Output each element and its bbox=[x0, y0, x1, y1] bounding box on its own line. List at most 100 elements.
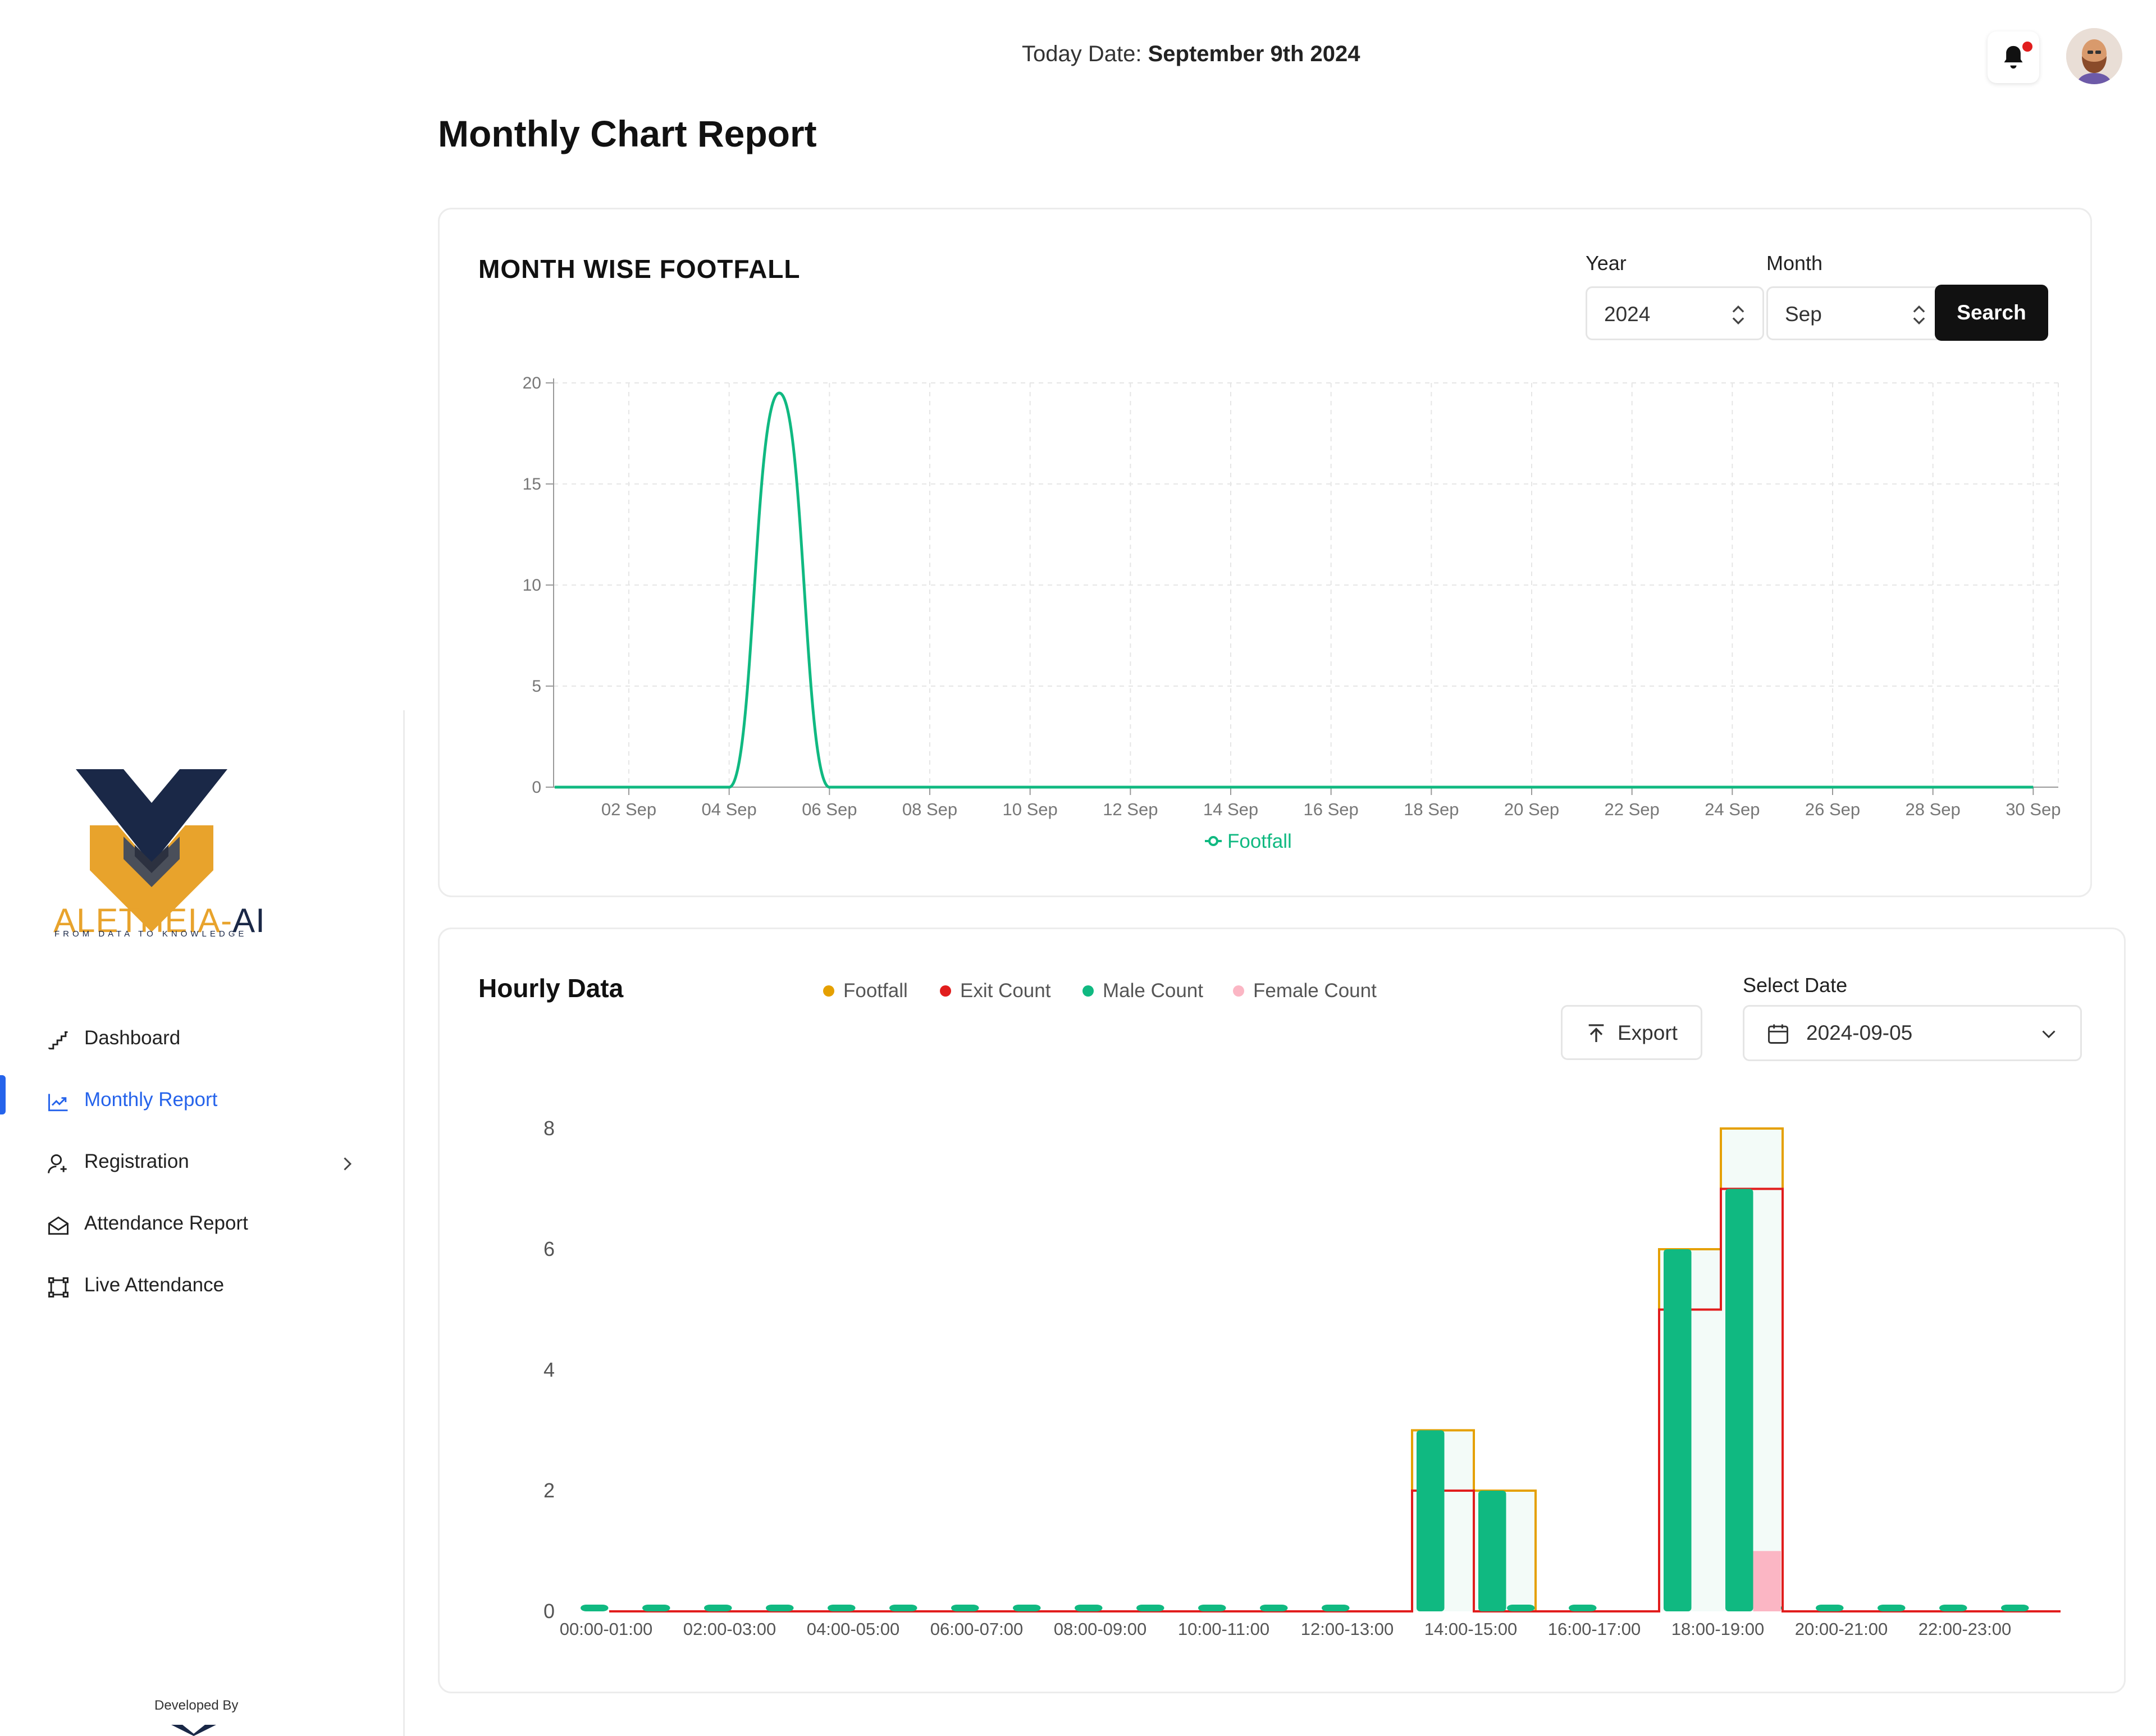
male-count-bar bbox=[1136, 1605, 1164, 1611]
select-date-label: Select Date bbox=[1743, 974, 1848, 997]
date-value: 2024-09-05 bbox=[1806, 1021, 1913, 1044]
year-value: 2024 bbox=[1604, 303, 1651, 326]
page-title: Monthly Chart Report bbox=[438, 113, 817, 154]
today-date: Today Date: September 9th 2024 bbox=[1022, 42, 1360, 66]
male-count-bar bbox=[2001, 1605, 2029, 1611]
male-count-bar bbox=[828, 1605, 856, 1611]
chevron-right-icon bbox=[344, 1157, 352, 1171]
x-tick-label: 00:00-01:00 bbox=[560, 1619, 652, 1639]
updown-chevron-icon bbox=[1732, 305, 1744, 325]
notification-button[interactable] bbox=[1988, 31, 2039, 83]
legend-label: Exit Count bbox=[960, 980, 1051, 1002]
legend-female-count[interactable]: Female Count bbox=[1233, 980, 1377, 1002]
exit-count-step-line bbox=[609, 1187, 2061, 1612]
legend-dot bbox=[823, 985, 834, 997]
male-count-bar bbox=[1013, 1605, 1041, 1611]
female-count-bar bbox=[1753, 1551, 1781, 1611]
x-tick-label: 10:00-11:00 bbox=[1178, 1619, 1269, 1639]
sidebar-item-live-attendance[interactable]: Live Attendance bbox=[0, 1260, 404, 1311]
monthly-footfall-chart: 0 5 10 15 20 02 Sep 04 Sep 06 Sep 08 Sep 10 Sep 12… bbox=[523, 374, 2061, 852]
y-tick-label: 20 bbox=[523, 374, 541, 392]
x-tick-label: 08:00-09:00 bbox=[1054, 1619, 1146, 1639]
x-tick-label: 06:00-07:00 bbox=[930, 1619, 1023, 1639]
x-tick-label: 02:00-03:00 bbox=[683, 1619, 776, 1639]
x-tick-label: 12:00-13:00 bbox=[1301, 1619, 1394, 1639]
male-count-bar bbox=[1664, 1249, 1692, 1611]
x-tick-label: 16:00-17:00 bbox=[1548, 1619, 1641, 1639]
y-tick-label: 0 bbox=[543, 1600, 555, 1623]
brand-tagline: FROM DATA TO KNOWLEDGE bbox=[54, 929, 248, 939]
x-tick-label: 06 Sep bbox=[802, 800, 857, 819]
hourly-data-chart: 0 2 4 6 8 00:00-01:00 02:00-03:00 04:00-05:00 06… bbox=[543, 1117, 2061, 1639]
legend-dot bbox=[1233, 985, 1244, 997]
hourly-chart-title: Hourly Data bbox=[478, 974, 624, 1003]
x-tick-label: 02 Sep bbox=[601, 800, 656, 819]
user-add-icon bbox=[48, 1154, 67, 1173]
updown-chevron-icon bbox=[1913, 305, 1925, 325]
monthly-chart-title: MONTH WISE FOOTFALL bbox=[478, 254, 801, 284]
date-picker[interactable]: 2024-09-05 bbox=[1743, 1005, 2082, 1061]
upload-icon bbox=[1588, 1024, 1604, 1042]
month-label: Month bbox=[1766, 252, 1823, 275]
sidebar-item-label: Monthly Report bbox=[84, 1089, 218, 1111]
sidebar: ALETHEIA-AI FROM DATA TO KNOWLEDGE Dashb… bbox=[0, 0, 404, 1736]
export-button[interactable]: Export bbox=[1561, 1005, 1702, 1060]
y-tick-label: 8 bbox=[543, 1117, 555, 1140]
y-tick-label: 15 bbox=[523, 475, 541, 494]
trend-chart-icon bbox=[48, 1094, 68, 1112]
legend-male-count[interactable]: Male Count bbox=[1082, 980, 1203, 1002]
x-tick-label: 18 Sep bbox=[1404, 800, 1459, 819]
y-tick-label: 5 bbox=[532, 677, 541, 696]
legend-marker bbox=[1208, 836, 1218, 846]
chevron-down-icon bbox=[2042, 1030, 2055, 1039]
x-tick-label: 08 Sep bbox=[902, 800, 957, 819]
male-count-bar bbox=[1198, 1605, 1226, 1611]
sidebar-item-attendance-report[interactable]: Attendance Report bbox=[0, 1199, 404, 1249]
male-count-bar bbox=[889, 1605, 917, 1611]
x-tick-label: 22:00-23:00 bbox=[1919, 1619, 2011, 1639]
sidebar-item-dashboard[interactable]: Dashboard bbox=[0, 1013, 404, 1064]
legend-dot bbox=[1082, 985, 1094, 997]
legend-exit-count[interactable]: Exit Count bbox=[940, 980, 1050, 1002]
x-tick-label: 24 Sep bbox=[1705, 800, 1760, 819]
avatar[interactable] bbox=[2066, 28, 2122, 84]
x-tick-label: 04:00-05:00 bbox=[807, 1619, 899, 1639]
year-select[interactable]: 2024 bbox=[1586, 286, 1764, 340]
y-tick-label: 0 bbox=[532, 778, 541, 797]
legend-label: Male Count bbox=[1103, 980, 1203, 1002]
male-count-bar bbox=[1816, 1605, 1844, 1611]
male-count-bar bbox=[1939, 1605, 1967, 1611]
male-count-bar bbox=[581, 1605, 609, 1611]
footfall-line bbox=[555, 391, 2034, 789]
male-count-bar bbox=[951, 1605, 979, 1611]
male-count-bar bbox=[1322, 1605, 1350, 1611]
year-label: Year bbox=[1586, 252, 1627, 275]
x-tick-label: 10 Sep bbox=[1003, 800, 1058, 819]
sidebar-item-registration[interactable]: Registration bbox=[0, 1137, 404, 1187]
search-button[interactable]: Search bbox=[1935, 285, 2048, 341]
developer-logo bbox=[171, 1725, 216, 1736]
x-tick-label: 04 Sep bbox=[702, 800, 757, 819]
y-tick-label: 2 bbox=[543, 1479, 555, 1502]
male-count-bar bbox=[1478, 1491, 1506, 1611]
legend-label: Female Count bbox=[1253, 980, 1377, 1002]
legend-footfall[interactable]: Footfall bbox=[823, 980, 908, 1002]
sidebar-divider bbox=[403, 710, 405, 1736]
calendar-icon bbox=[1768, 1024, 1788, 1044]
legend-label: Footfall bbox=[1227, 830, 1292, 852]
x-tick-label: 20:00-21:00 bbox=[1795, 1619, 1888, 1639]
y-tick-label: 6 bbox=[543, 1237, 555, 1260]
sidebar-item-label: Dashboard bbox=[84, 1027, 181, 1049]
x-tick-label: 22 Sep bbox=[1605, 800, 1660, 819]
notification-dot bbox=[2022, 42, 2032, 52]
x-tick-label: 28 Sep bbox=[1906, 800, 1961, 819]
export-label: Export bbox=[1618, 1021, 1678, 1044]
month-select[interactable]: Sep bbox=[1766, 286, 1945, 340]
scan-frame-icon bbox=[48, 1277, 68, 1298]
sidebar-item-label: Live Attendance bbox=[84, 1274, 225, 1296]
sidebar-item-monthly-report[interactable]: Monthly Report bbox=[0, 1075, 404, 1126]
x-tick-label: 16 Sep bbox=[1304, 800, 1359, 819]
footfall-step-line bbox=[609, 1127, 2061, 1612]
y-tick-label: 4 bbox=[543, 1358, 555, 1381]
male-count-bar bbox=[1725, 1189, 1753, 1611]
